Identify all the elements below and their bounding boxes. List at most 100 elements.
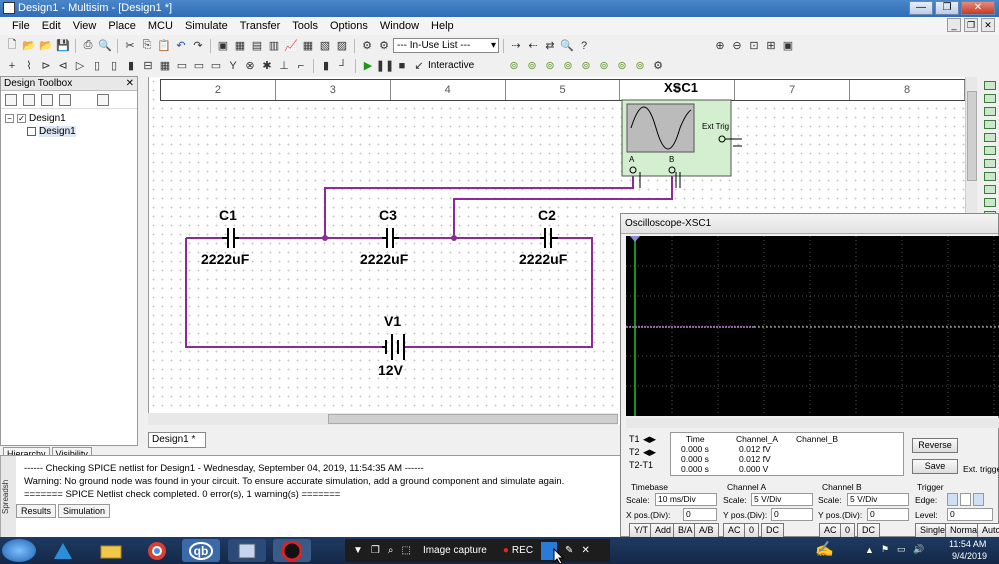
channel-b-label: B <box>669 155 675 164</box>
scroll-thumb[interactable] <box>967 91 977 181</box>
signature-icon[interactable]: ✍ <box>815 540 834 558</box>
trigger-title: Trigger <box>917 482 944 492</box>
ext-trig-label: Ext Trig <box>702 122 730 131</box>
timebase-scale-field[interactable]: 10 ms/Div <box>655 493 717 506</box>
search-icon[interactable]: ⌕ <box>388 545 394 556</box>
channel-a-ypos-label: Y pos.(Div): <box>723 510 768 520</box>
channel-b-scale-field[interactable]: 5 V/Div <box>847 493 909 506</box>
channel-a-ypos-field[interactable]: 0 <box>771 508 813 521</box>
channel-a-dc-button[interactable]: DC <box>761 523 784 538</box>
t1-arrows[interactable]: ◀▶ <box>643 434 656 445</box>
scroll-thumb[interactable] <box>328 414 618 424</box>
clock-time[interactable]: 11:54 AM <box>949 539 986 549</box>
frequency-counter-icon[interactable] <box>983 146 996 155</box>
quickbooks-icon[interactable]: qb <box>182 539 220 562</box>
chrome-icon[interactable] <box>138 539 176 562</box>
multimeter-icon[interactable] <box>983 81 996 90</box>
spreadsheet-side-label: Spreadsh <box>0 456 16 538</box>
edge-buttons <box>947 493 984 506</box>
spreadsheet-view: Spreadsh ------ Checking SPICE netlist f… <box>0 455 620 538</box>
component-value: 2222uF <box>519 251 568 267</box>
channel-b-ac-button[interactable]: AC <box>819 523 842 538</box>
channel-b-title: Channel B <box>822 482 862 492</box>
t2-arrows[interactable]: ◀▶ <box>643 447 656 458</box>
horizontal-scrollbar[interactable] <box>148 413 618 425</box>
trigger-edge-label: Edge: <box>915 495 938 505</box>
close-icon[interactable]: ✕ <box>581 545 589 556</box>
oscilloscope-screen[interactable] <box>626 236 999 416</box>
region-icon[interactable]: ⬚ <box>401 545 410 556</box>
rising-edge-icon[interactable] <box>947 493 958 506</box>
sheet-tab[interactable]: Design1 * <box>148 432 206 448</box>
taskbar: qb ▼ ❐ ⌕ ⬚ Image capture ● REC ✎ ✕ ✍ ▲ ⚑… <box>0 537 999 564</box>
component-ref: C2 <box>538 207 556 223</box>
logic-converter-icon[interactable] <box>983 185 996 194</box>
clock-date[interactable]: 9/4/2019 <box>952 551 987 561</box>
log-line: ------ Checking SPICE netlist for Design… <box>24 463 424 474</box>
scope-grid <box>626 236 999 416</box>
iv-analyzer-icon[interactable] <box>983 198 996 207</box>
dropdown-icon[interactable]: ▼ <box>353 545 363 556</box>
timebase-xpos-field[interactable]: 0 <box>683 508 717 521</box>
pen-icon[interactable]: ✎ <box>565 545 573 556</box>
speaker-icon[interactable]: 🔊 <box>913 544 924 555</box>
tab-results[interactable]: Results <box>16 504 57 518</box>
channel-b-ypos-field[interactable]: 0 <box>867 508 909 521</box>
t2-channel-a: 0.012 fV <box>739 454 771 464</box>
monitor-icon[interactable]: ▭ <box>897 544 906 555</box>
col-channel-b: Channel_B <box>796 434 839 444</box>
calculator-icon[interactable] <box>228 539 266 562</box>
channel-b-zero-button[interactable]: 0 <box>840 523 856 538</box>
wattmeter-icon[interactable] <box>983 107 996 116</box>
timebase-xpos-label: X pos.(Div): <box>626 510 671 520</box>
multisim-icon[interactable] <box>273 539 311 562</box>
falling-edge-icon[interactable] <box>960 493 971 506</box>
channel-a-title: Channel A <box>727 482 767 492</box>
word-generator-icon[interactable] <box>983 159 996 168</box>
t1-channel-a: 0.012 fV <box>739 444 771 454</box>
log-line: Warning: No ground node was found in you… <box>24 476 565 487</box>
t1-label: T1 <box>629 434 640 444</box>
junction <box>322 235 328 241</box>
channel-a-ac-button[interactable]: AC <box>723 523 746 538</box>
channel-a-label: A <box>629 155 635 164</box>
channel-b-dc-button[interactable]: DC <box>857 523 880 538</box>
component-ref: C3 <box>379 207 397 223</box>
wire[interactable] <box>324 176 634 238</box>
junction <box>451 235 457 241</box>
show-hidden-icons[interactable]: ▲ <box>865 545 874 555</box>
rec-label[interactable]: REC <box>512 545 533 556</box>
col-time: Time <box>686 434 705 444</box>
function-generator-icon[interactable] <box>983 94 996 103</box>
trigger-level-field[interactable]: 0 <box>947 508 993 521</box>
ab-button[interactable]: A/B <box>694 523 719 538</box>
channel-a-scale-label: Scale: <box>723 495 747 505</box>
component-value: 2222uF <box>360 251 409 267</box>
image-capture-label[interactable]: Image capture <box>423 545 487 556</box>
folder-icon[interactable] <box>92 539 130 562</box>
start-button[interactable] <box>2 539 36 562</box>
auto-button[interactable]: Auto <box>977 523 999 538</box>
logic-analyzer-icon[interactable] <box>983 172 996 181</box>
record-icon[interactable]: ● <box>503 545 509 556</box>
reverse-button[interactable]: Reverse <box>912 438 958 453</box>
bode-plotter-icon[interactable] <box>983 133 996 142</box>
cursor-marker[interactable] <box>630 236 640 242</box>
triangle-app-icon[interactable] <box>44 539 82 562</box>
channel-a-zero-button[interactable]: 0 <box>744 523 760 538</box>
window-icon[interactable]: ❐ <box>371 545 380 556</box>
scope-scrollbar[interactable] <box>626 418 999 428</box>
measurement-panel: T1 T2 T2-T1 ◀▶ ◀▶ Time Channel_A Channel… <box>626 432 999 476</box>
system-tray: ✍ ▲ ⚑ ▭ 🔊 11:54 AM 9/4/2019 <box>809 537 999 564</box>
t2-time: 0.000 s <box>681 454 709 464</box>
trigger-level-label: Level: <box>915 510 938 520</box>
tab-simulation[interactable]: Simulation <box>58 504 111 518</box>
flag-icon[interactable]: ⚑ <box>881 544 889 555</box>
channel-b-ypos-label: Y pos.(Div): <box>818 510 863 520</box>
save-button[interactable]: Save <box>912 459 958 474</box>
diff-channel-a: 0.000 V <box>739 464 769 474</box>
t2-label: T2 <box>629 447 640 457</box>
trigger-a-button[interactable] <box>973 493 984 506</box>
oscilloscope-icon[interactable] <box>983 120 996 129</box>
channel-a-scale-field[interactable]: 5 V/Div <box>751 493 813 506</box>
